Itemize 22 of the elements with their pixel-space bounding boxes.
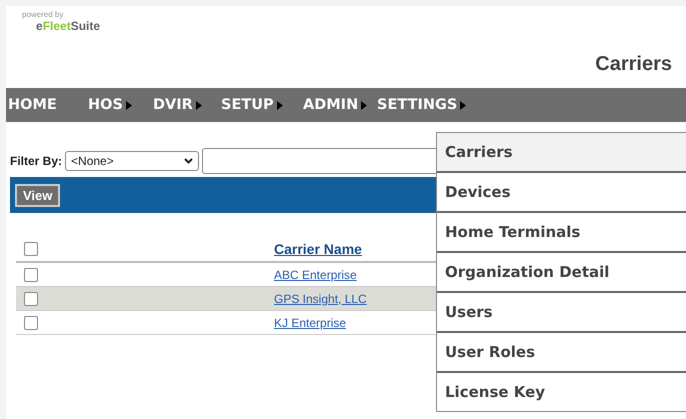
nav-item[interactable]: HOME	[8, 97, 88, 113]
filter-label: Filter By:	[10, 154, 62, 168]
carrier-link[interactable]: KJ Enterprise	[274, 316, 346, 330]
select-all-checkbox[interactable]	[24, 242, 38, 256]
column-header[interactable]: Carrier Name	[274, 241, 362, 257]
nav-item[interactable]: SETUP	[221, 97, 303, 113]
carrier-link[interactable]: GPS Insight, LLC	[274, 292, 367, 306]
nav-item[interactable]: HOS	[88, 97, 153, 113]
logo: eFleetSuite	[36, 19, 100, 33]
carrier-link[interactable]: ABC Enterprise	[274, 268, 357, 282]
menu-item[interactable]: Carriers	[437, 133, 686, 173]
nav-item[interactable]: ADMIN	[303, 97, 377, 113]
row-checkbox[interactable]	[24, 292, 38, 306]
row-checkbox[interactable]	[24, 316, 38, 330]
row-checkbox[interactable]	[24, 268, 38, 282]
page-title: Carriers	[595, 53, 672, 76]
nav-item[interactable]: SETTINGS	[377, 97, 467, 113]
view-button[interactable]: View	[15, 184, 60, 206]
logo-tagline: powered by	[22, 10, 64, 19]
filter-select[interactable]: <None>	[65, 151, 200, 171]
chevron-down-icon	[184, 158, 194, 164]
nav-item[interactable]: DVIR	[153, 97, 221, 113]
